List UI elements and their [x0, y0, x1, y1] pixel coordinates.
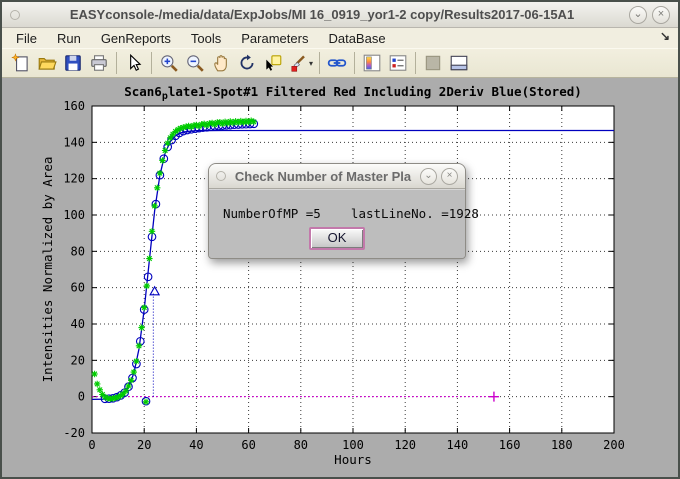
svg-text:100: 100	[63, 208, 85, 222]
x-axis-label: Hours	[334, 452, 372, 467]
show-plot-tools-button[interactable]	[446, 51, 472, 75]
svg-text:0: 0	[78, 390, 85, 404]
window-titlebar[interactable]: EASYconsole-/media/data/ExpJobs/MI 16_09…	[2, 2, 678, 28]
svg-text:20: 20	[137, 438, 151, 452]
svg-text:160: 160	[63, 99, 85, 113]
menu-item-run[interactable]: Run	[47, 30, 91, 47]
close-button[interactable]: ×	[652, 6, 670, 24]
toolbar-separator	[116, 52, 117, 74]
svg-text:180: 180	[551, 438, 573, 452]
insert-colorbar-button[interactable]	[359, 51, 385, 75]
print-figure-button[interactable]	[86, 51, 112, 75]
toolbar-separator	[151, 52, 152, 74]
check-master-plates-dialog: Check Number of Master Pla ⌄ × NumberOfM…	[208, 163, 466, 259]
data-cursor-button[interactable]	[260, 51, 286, 75]
toolbar-separator	[415, 52, 416, 74]
menu-item-file[interactable]: File	[6, 30, 47, 47]
insert-colorbar-icon	[362, 53, 382, 73]
rotate-3d-button[interactable]	[234, 51, 260, 75]
insert-legend-button[interactable]	[385, 51, 411, 75]
window-menu-icon[interactable]	[10, 10, 20, 20]
open-file-icon	[37, 53, 57, 73]
menu-item-parameters[interactable]: Parameters	[231, 30, 318, 47]
data-cursor-icon	[263, 53, 283, 73]
svg-text:120: 120	[63, 172, 85, 186]
svg-text:100: 100	[342, 438, 364, 452]
svg-text:200: 200	[603, 438, 625, 452]
dialog-title: Check Number of Master Pla	[226, 169, 416, 184]
dialog-minimize-button[interactable]: ⌄	[420, 168, 437, 185]
dialog-menu-icon[interactable]	[216, 171, 226, 181]
svg-text:60: 60	[241, 438, 255, 452]
menu-item-database[interactable]: DataBase	[318, 30, 395, 47]
dialog-close-button[interactable]: ×	[441, 168, 458, 185]
svg-text:160: 160	[499, 438, 521, 452]
chart-title: Scan6plate1-Spot#1 Filtered Red Includin…	[124, 84, 582, 102]
pan-hand-icon	[211, 53, 231, 73]
zoom-out-icon	[185, 53, 205, 73]
menu-item-tools[interactable]: Tools	[181, 30, 231, 47]
toolbar-separator	[319, 52, 320, 74]
print-figure-icon	[89, 53, 109, 73]
svg-text:20: 20	[71, 353, 85, 367]
svg-text:-20: -20	[63, 426, 85, 440]
brush-data-dropdown-icon[interactable]: ▾	[309, 59, 313, 68]
figure-area: 020406080100120140160180200-200204060801…	[2, 78, 678, 477]
new-document-icon	[11, 53, 31, 73]
open-file-button[interactable]	[34, 51, 60, 75]
new-document-button[interactable]	[8, 51, 34, 75]
link-plots-icon	[327, 53, 347, 73]
svg-text:60: 60	[71, 281, 85, 295]
menu-bar: FileRunGenReportsToolsParametersDataBase…	[2, 28, 678, 48]
ok-button[interactable]: OK	[309, 227, 365, 250]
zoom-in-button[interactable]	[156, 51, 182, 75]
edit-plot-pointer-icon	[124, 53, 144, 73]
svg-text:40: 40	[71, 317, 85, 331]
dialog-body: NumberOfMP =5 lastLineNo. =1928 OK	[209, 189, 465, 258]
window-title: EASYconsole-/media/data/ExpJobs/MI 16_09…	[20, 7, 624, 22]
plot-background	[92, 106, 614, 433]
zoom-in-icon	[159, 53, 179, 73]
show-plot-tools-icon	[449, 53, 469, 73]
rotate-3d-icon	[237, 53, 257, 73]
svg-text:40: 40	[189, 438, 203, 452]
save-figure-icon	[63, 53, 83, 73]
menu-item-genreports[interactable]: GenReports	[91, 30, 181, 47]
toolbar-separator	[354, 52, 355, 74]
svg-text:120: 120	[394, 438, 416, 452]
dialog-titlebar[interactable]: Check Number of Master Pla ⌄ ×	[209, 164, 465, 189]
pan-hand-button[interactable]	[208, 51, 234, 75]
save-figure-button[interactable]	[60, 51, 86, 75]
edit-plot-pointer-button[interactable]	[121, 51, 147, 75]
dock-arrow-icon[interactable]: ↘	[660, 29, 670, 43]
y-axis-label: Intensities Normalized by Area	[40, 157, 55, 383]
dialog-message: NumberOfMP =5 lastLineNo. =1928	[223, 206, 479, 221]
svg-text:80: 80	[71, 244, 85, 258]
svg-text:140: 140	[447, 438, 469, 452]
minimize-button[interactable]: ⌄	[629, 6, 647, 24]
hide-plot-tools-button[interactable]	[420, 51, 446, 75]
svg-text:0: 0	[88, 438, 95, 452]
zoom-out-button[interactable]	[182, 51, 208, 75]
toolbar: ▾	[2, 48, 678, 78]
app-window: EASYconsole-/media/data/ExpJobs/MI 16_09…	[0, 0, 680, 479]
brush-data-icon	[289, 53, 309, 73]
svg-text:80: 80	[294, 438, 308, 452]
link-plots-button[interactable]	[324, 51, 350, 75]
svg-text:140: 140	[63, 135, 85, 149]
hide-plot-tools-icon	[423, 53, 443, 73]
insert-legend-icon	[388, 53, 408, 73]
chart-plot[interactable]: 020406080100120140160180200-200204060801…	[2, 78, 678, 477]
